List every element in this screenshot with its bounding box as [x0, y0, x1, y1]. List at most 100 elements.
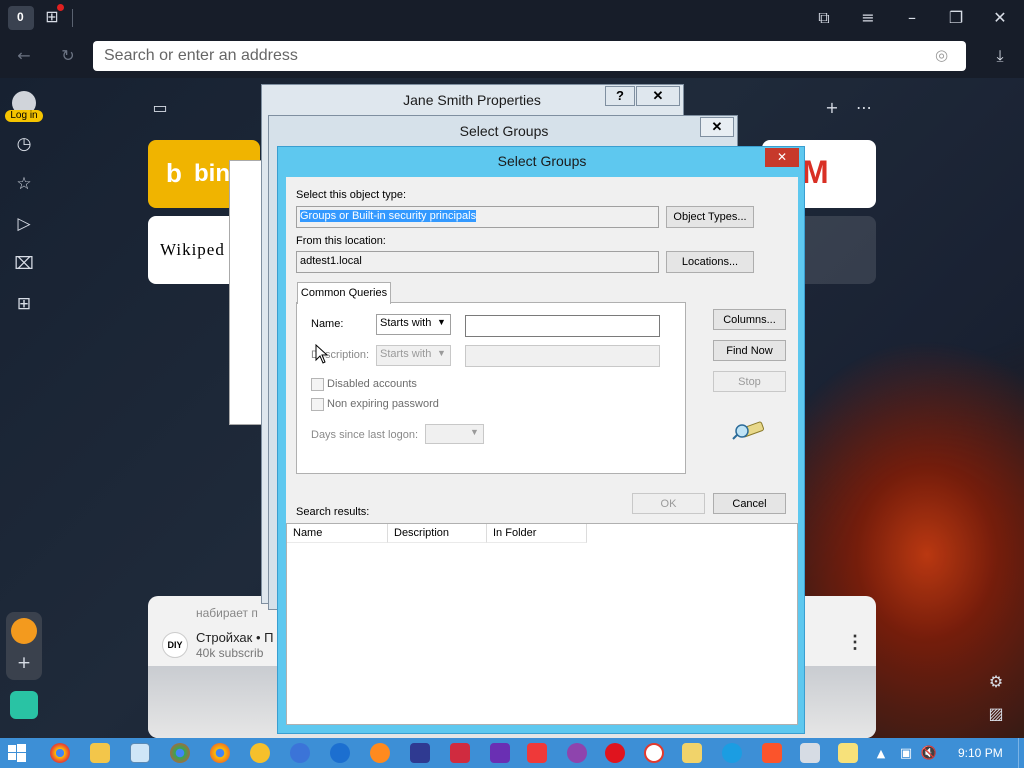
chevron-down-icon: ▼: [437, 348, 446, 358]
bookmarks-icon[interactable]: ⧉: [814, 8, 834, 28]
firefox-taskbar-icon[interactable]: [370, 743, 390, 763]
opera-gx-taskbar-icon[interactable]: [450, 743, 470, 763]
browser-top-bar: 0 ⊞ ⧉ ≡ – ❐ ✕: [0, 0, 1024, 36]
wallpaper-icon[interactable]: ▨: [986, 704, 1006, 724]
cancel-button[interactable]: Cancel: [713, 493, 786, 514]
brave-nightly-taskbar-icon[interactable]: [490, 743, 510, 763]
dialog-close-label: ✕: [776, 150, 788, 164]
restore-icon[interactable]: ❐: [946, 8, 966, 28]
download-icon[interactable]: ⤓: [990, 46, 1010, 66]
location-label: From this location:: [296, 235, 386, 247]
chrome-taskbar-icon[interactable]: [50, 743, 70, 763]
tab-common-queries[interactable]: Common Queries: [297, 282, 391, 304]
dialog-body: Select this object type: Groups or Built…: [286, 177, 798, 725]
disabled-accounts-label: Disabled accounts: [327, 378, 417, 390]
description-mode-select[interactable]: Starts with ▼: [376, 345, 451, 366]
opera-purple-taskbar-icon[interactable]: [567, 743, 587, 763]
channel-subscribers: 40k subscrib: [196, 646, 264, 660]
ok-label: OK: [660, 498, 677, 510]
reload-icon[interactable]: ↻: [58, 46, 78, 66]
column-header-in-folder-label: In Folder: [493, 527, 537, 539]
files-taskbar-icon[interactable]: [682, 743, 702, 763]
name-mode-select[interactable]: Starts with ▼: [376, 314, 451, 335]
notepad-taskbar-icon[interactable]: [130, 743, 150, 763]
server-manager-taskbar-icon[interactable]: [800, 743, 820, 763]
jane-help-button[interactable]: ?: [605, 86, 635, 106]
search-results-list[interactable]: Name Description In Folder: [286, 523, 798, 725]
firefox-dev-taskbar-icon[interactable]: [330, 743, 350, 763]
close-window-icon[interactable]: ✕: [990, 8, 1010, 28]
search-results-label: Search results:: [296, 506, 370, 518]
description-mode-value: Starts with: [380, 348, 432, 360]
screenshot-icon[interactable]: ⌧: [11, 251, 37, 277]
more-icon[interactable]: ⋯: [854, 98, 874, 118]
apps-icon[interactable]: ⊞: [11, 291, 37, 317]
chrome-profile-taskbar-icon[interactable]: [170, 743, 190, 763]
add-tile-icon[interactable]: +: [822, 98, 842, 118]
notes-taskbar-icon[interactable]: [838, 743, 858, 763]
add-app-icon[interactable]: +: [11, 650, 37, 676]
stop-label: Stop: [738, 376, 761, 388]
tor-brave-taskbar-icon[interactable]: [410, 743, 430, 763]
yandex-taskbar-icon[interactable]: [644, 743, 664, 763]
tab-group-icon[interactable]: ▭: [150, 98, 170, 118]
brave-taskbar-icon[interactable]: [762, 743, 782, 763]
name-input[interactable]: [465, 315, 660, 337]
description-input[interactable]: [465, 345, 660, 367]
edge-taskbar-icon[interactable]: [722, 743, 742, 763]
object-types-button[interactable]: Object Types...: [666, 206, 754, 228]
column-header-name[interactable]: Name: [287, 524, 388, 543]
column-header-name-label: Name: [293, 527, 323, 539]
locations-button[interactable]: Locations...: [666, 251, 754, 273]
settings-gear-icon[interactable]: ⚙: [986, 672, 1006, 692]
disabled-accounts-checkbox[interactable]: [311, 378, 324, 391]
notification-dot: [57, 4, 64, 11]
file-explorer-taskbar-icon[interactable]: [90, 743, 110, 763]
columns-button[interactable]: Columns...: [713, 309, 786, 330]
screenshot-camera-icon[interactable]: ◎: [935, 46, 948, 64]
login-badge[interactable]: Log in: [5, 110, 43, 122]
alice-app-icon[interactable]: [11, 618, 37, 644]
show-desktop-button[interactable]: [1018, 738, 1024, 768]
jane-close-button[interactable]: ✕: [636, 86, 680, 106]
windows-taskbar: [0, 738, 1024, 768]
channel-avatar-text: DIY: [167, 640, 183, 650]
video-icon[interactable]: ▷: [11, 211, 37, 237]
days-since-select[interactable]: ▼: [425, 424, 484, 444]
yellow-app-taskbar-icon[interactable]: [250, 743, 270, 763]
chevron-down-icon: ▼: [437, 317, 446, 327]
tab-divider: [72, 9, 73, 27]
find-now-button[interactable]: Find Now: [713, 340, 786, 361]
tabs-overview-button[interactable]: 0: [8, 6, 34, 30]
behind-window-title: Select Groups: [459, 123, 549, 139]
locations-label: Locations...: [681, 256, 739, 268]
start-button-icon[interactable]: [8, 744, 26, 762]
chrome-alt-taskbar-icon[interactable]: [210, 743, 230, 763]
behind-close-button[interactable]: ✕: [700, 117, 734, 137]
menu-icon[interactable]: ≡: [858, 8, 878, 28]
object-type-label: Select this object type:: [296, 189, 407, 201]
stop-button[interactable]: Stop: [713, 371, 786, 392]
volume-muted-icon[interactable]: 🔇: [920, 744, 938, 764]
minimize-icon[interactable]: –: [902, 8, 922, 28]
location-value: adtest1.local: [300, 255, 362, 267]
columns-label: Columns...: [723, 314, 776, 326]
dialog-title: Select Groups: [497, 153, 587, 169]
firefox-blue-taskbar-icon[interactable]: [290, 743, 310, 763]
non-expiring-checkbox[interactable]: [311, 398, 324, 411]
column-header-in-folder[interactable]: In Folder: [487, 524, 587, 543]
messenger-app-icon[interactable]: [10, 691, 38, 719]
opera-taskbar-icon[interactable]: [605, 743, 625, 763]
tray-expand-icon[interactable]: ▲: [873, 744, 889, 764]
address-bar[interactable]: Search or enter an address ◎: [93, 41, 966, 71]
favorites-icon[interactable]: ☆: [11, 171, 37, 197]
history-icon[interactable]: ◷: [11, 131, 37, 157]
network-icon[interactable]: ▣: [897, 744, 915, 764]
vivaldi-taskbar-icon[interactable]: [527, 743, 547, 763]
clock-time[interactable]: 9:10 PM: [958, 746, 1003, 760]
card-menu-icon[interactable]: ⋮: [846, 632, 864, 653]
dialog-close-button[interactable]: ✕: [765, 148, 799, 167]
column-header-description[interactable]: Description: [388, 524, 487, 543]
ok-button[interactable]: OK: [632, 493, 705, 514]
back-icon[interactable]: ←: [14, 46, 34, 66]
